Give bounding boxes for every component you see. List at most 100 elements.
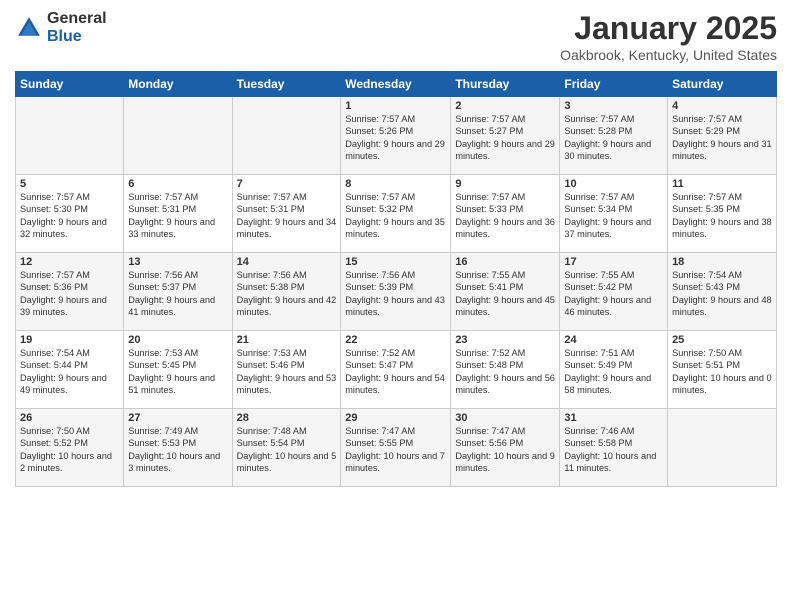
logo-text: General Blue xyxy=(47,10,107,45)
day-number: 10 xyxy=(564,178,663,190)
header-cell-friday: Friday xyxy=(560,72,668,97)
day-info: Sunrise: 7:56 AM Sunset: 5:37 PM Dayligh… xyxy=(128,269,227,319)
day-number: 30 xyxy=(455,412,555,424)
week-row-1: 1Sunrise: 7:57 AM Sunset: 5:26 PM Daylig… xyxy=(16,97,777,175)
logo-blue: Blue xyxy=(47,28,107,46)
day-number: 4 xyxy=(672,100,772,112)
week-row-4: 19Sunrise: 7:54 AM Sunset: 5:44 PM Dayli… xyxy=(16,331,777,409)
day-cell xyxy=(232,97,341,175)
week-row-2: 5Sunrise: 7:57 AM Sunset: 5:30 PM Daylig… xyxy=(16,175,777,253)
day-number: 29 xyxy=(345,412,446,424)
location: Oakbrook, Kentucky, United States xyxy=(560,47,777,63)
day-number: 27 xyxy=(128,412,227,424)
day-number: 26 xyxy=(20,412,119,424)
day-cell xyxy=(16,97,124,175)
day-cell: 17Sunrise: 7:55 AM Sunset: 5:42 PM Dayli… xyxy=(560,253,668,331)
day-number: 16 xyxy=(455,256,555,268)
day-info: Sunrise: 7:55 AM Sunset: 5:42 PM Dayligh… xyxy=(564,269,663,319)
day-info: Sunrise: 7:57 AM Sunset: 5:28 PM Dayligh… xyxy=(564,113,663,163)
day-info: Sunrise: 7:57 AM Sunset: 5:32 PM Dayligh… xyxy=(345,191,446,241)
day-number: 21 xyxy=(237,334,337,346)
day-number: 28 xyxy=(237,412,337,424)
day-info: Sunrise: 7:57 AM Sunset: 5:26 PM Dayligh… xyxy=(345,113,446,163)
day-cell: 31Sunrise: 7:46 AM Sunset: 5:58 PM Dayli… xyxy=(560,409,668,487)
day-number: 7 xyxy=(237,178,337,190)
day-info: Sunrise: 7:57 AM Sunset: 5:30 PM Dayligh… xyxy=(20,191,119,241)
page-header: General Blue January 2025 Oakbrook, Kent… xyxy=(15,10,777,63)
header-cell-wednesday: Wednesday xyxy=(341,72,451,97)
day-cell: 13Sunrise: 7:56 AM Sunset: 5:37 PM Dayli… xyxy=(124,253,232,331)
day-cell xyxy=(124,97,232,175)
day-number: 24 xyxy=(564,334,663,346)
day-info: Sunrise: 7:57 AM Sunset: 5:31 PM Dayligh… xyxy=(237,191,337,241)
day-info: Sunrise: 7:57 AM Sunset: 5:36 PM Dayligh… xyxy=(20,269,119,319)
day-info: Sunrise: 7:57 AM Sunset: 5:27 PM Dayligh… xyxy=(455,113,555,163)
day-info: Sunrise: 7:57 AM Sunset: 5:29 PM Dayligh… xyxy=(672,113,772,163)
day-cell: 4Sunrise: 7:57 AM Sunset: 5:29 PM Daylig… xyxy=(668,97,777,175)
day-cell: 19Sunrise: 7:54 AM Sunset: 5:44 PM Dayli… xyxy=(16,331,124,409)
logo: General Blue xyxy=(15,10,107,45)
day-info: Sunrise: 7:54 AM Sunset: 5:43 PM Dayligh… xyxy=(672,269,772,319)
day-cell: 30Sunrise: 7:47 AM Sunset: 5:56 PM Dayli… xyxy=(451,409,560,487)
day-cell: 1Sunrise: 7:57 AM Sunset: 5:26 PM Daylig… xyxy=(341,97,451,175)
header-cell-tuesday: Tuesday xyxy=(232,72,341,97)
day-cell: 24Sunrise: 7:51 AM Sunset: 5:49 PM Dayli… xyxy=(560,331,668,409)
day-number: 3 xyxy=(564,100,663,112)
day-info: Sunrise: 7:49 AM Sunset: 5:53 PM Dayligh… xyxy=(128,425,227,475)
day-cell: 22Sunrise: 7:52 AM Sunset: 5:47 PM Dayli… xyxy=(341,331,451,409)
day-number: 22 xyxy=(345,334,446,346)
day-number: 18 xyxy=(672,256,772,268)
day-info: Sunrise: 7:57 AM Sunset: 5:35 PM Dayligh… xyxy=(672,191,772,241)
day-info: Sunrise: 7:54 AM Sunset: 5:44 PM Dayligh… xyxy=(20,347,119,397)
day-cell: 23Sunrise: 7:52 AM Sunset: 5:48 PM Dayli… xyxy=(451,331,560,409)
day-number: 23 xyxy=(455,334,555,346)
header-cell-monday: Monday xyxy=(124,72,232,97)
day-cell: 7Sunrise: 7:57 AM Sunset: 5:31 PM Daylig… xyxy=(232,175,341,253)
day-cell: 6Sunrise: 7:57 AM Sunset: 5:31 PM Daylig… xyxy=(124,175,232,253)
day-info: Sunrise: 7:48 AM Sunset: 5:54 PM Dayligh… xyxy=(237,425,337,475)
day-number: 1 xyxy=(345,100,446,112)
page-container: General Blue January 2025 Oakbrook, Kent… xyxy=(0,0,792,492)
day-number: 12 xyxy=(20,256,119,268)
day-cell: 16Sunrise: 7:55 AM Sunset: 5:41 PM Dayli… xyxy=(451,253,560,331)
title-block: January 2025 Oakbrook, Kentucky, United … xyxy=(560,10,777,63)
day-cell: 15Sunrise: 7:56 AM Sunset: 5:39 PM Dayli… xyxy=(341,253,451,331)
day-info: Sunrise: 7:46 AM Sunset: 5:58 PM Dayligh… xyxy=(564,425,663,475)
day-info: Sunrise: 7:52 AM Sunset: 5:47 PM Dayligh… xyxy=(345,347,446,397)
day-cell: 27Sunrise: 7:49 AM Sunset: 5:53 PM Dayli… xyxy=(124,409,232,487)
day-cell: 2Sunrise: 7:57 AM Sunset: 5:27 PM Daylig… xyxy=(451,97,560,175)
day-cell: 5Sunrise: 7:57 AM Sunset: 5:30 PM Daylig… xyxy=(16,175,124,253)
day-info: Sunrise: 7:55 AM Sunset: 5:41 PM Dayligh… xyxy=(455,269,555,319)
day-cell: 11Sunrise: 7:57 AM Sunset: 5:35 PM Dayli… xyxy=(668,175,777,253)
day-number: 11 xyxy=(672,178,772,190)
header-cell-saturday: Saturday xyxy=(668,72,777,97)
day-info: Sunrise: 7:53 AM Sunset: 5:46 PM Dayligh… xyxy=(237,347,337,397)
day-info: Sunrise: 7:47 AM Sunset: 5:55 PM Dayligh… xyxy=(345,425,446,475)
day-number: 2 xyxy=(455,100,555,112)
day-number: 20 xyxy=(128,334,227,346)
day-info: Sunrise: 7:52 AM Sunset: 5:48 PM Dayligh… xyxy=(455,347,555,397)
day-cell: 29Sunrise: 7:47 AM Sunset: 5:55 PM Dayli… xyxy=(341,409,451,487)
day-cell: 18Sunrise: 7:54 AM Sunset: 5:43 PM Dayli… xyxy=(668,253,777,331)
day-info: Sunrise: 7:50 AM Sunset: 5:51 PM Dayligh… xyxy=(672,347,772,397)
day-cell: 21Sunrise: 7:53 AM Sunset: 5:46 PM Dayli… xyxy=(232,331,341,409)
day-cell: 28Sunrise: 7:48 AM Sunset: 5:54 PM Dayli… xyxy=(232,409,341,487)
day-number: 14 xyxy=(237,256,337,268)
day-cell: 25Sunrise: 7:50 AM Sunset: 5:51 PM Dayli… xyxy=(668,331,777,409)
logo-general: General xyxy=(47,10,107,28)
day-info: Sunrise: 7:50 AM Sunset: 5:52 PM Dayligh… xyxy=(20,425,119,475)
day-info: Sunrise: 7:57 AM Sunset: 5:34 PM Dayligh… xyxy=(564,191,663,241)
day-cell: 10Sunrise: 7:57 AM Sunset: 5:34 PM Dayli… xyxy=(560,175,668,253)
day-cell: 14Sunrise: 7:56 AM Sunset: 5:38 PM Dayli… xyxy=(232,253,341,331)
day-cell: 8Sunrise: 7:57 AM Sunset: 5:32 PM Daylig… xyxy=(341,175,451,253)
header-cell-sunday: Sunday xyxy=(16,72,124,97)
month-title: January 2025 xyxy=(560,10,777,47)
day-info: Sunrise: 7:56 AM Sunset: 5:39 PM Dayligh… xyxy=(345,269,446,319)
day-cell: 3Sunrise: 7:57 AM Sunset: 5:28 PM Daylig… xyxy=(560,97,668,175)
header-row: SundayMondayTuesdayWednesdayThursdayFrid… xyxy=(16,72,777,97)
day-cell: 26Sunrise: 7:50 AM Sunset: 5:52 PM Dayli… xyxy=(16,409,124,487)
day-number: 19 xyxy=(20,334,119,346)
header-cell-thursday: Thursday xyxy=(451,72,560,97)
day-info: Sunrise: 7:51 AM Sunset: 5:49 PM Dayligh… xyxy=(564,347,663,397)
day-info: Sunrise: 7:57 AM Sunset: 5:31 PM Dayligh… xyxy=(128,191,227,241)
